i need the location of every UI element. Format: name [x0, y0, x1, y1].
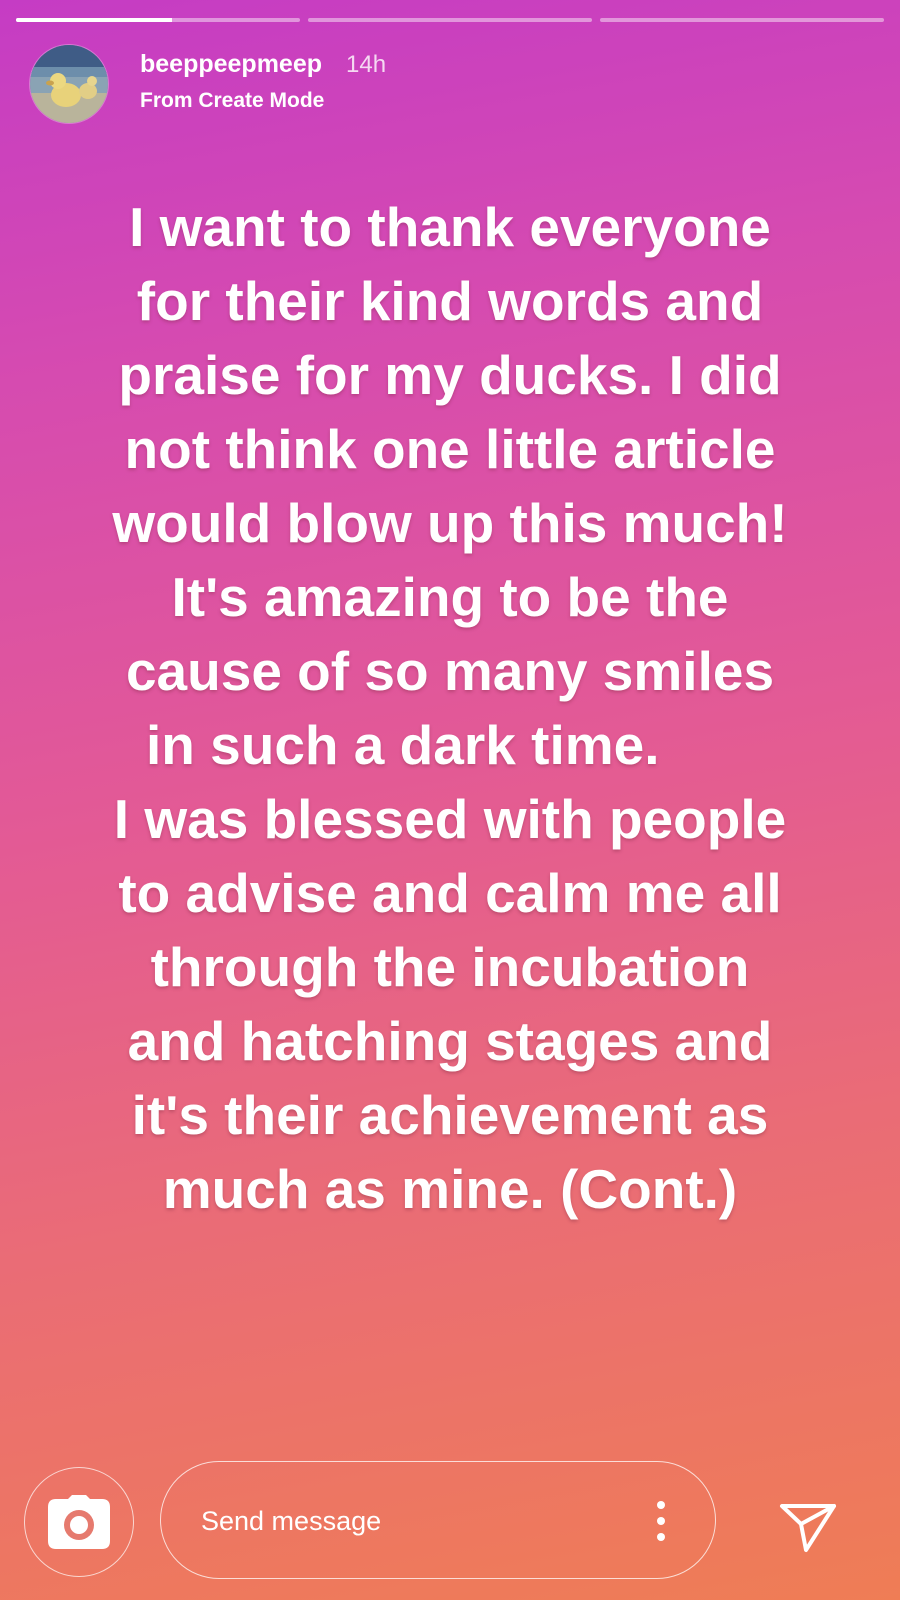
story-text-line: would blow up this much! [112, 492, 788, 554]
progress-segment [308, 18, 592, 22]
username[interactable]: beeppeepmeep [140, 50, 322, 79]
story-source: From Create Mode [140, 88, 325, 112]
story-text-line: to advise and calm me all [118, 862, 782, 924]
story-text-line: not think one little article [124, 418, 776, 480]
camera-button[interactable] [24, 1467, 134, 1577]
send-message-input[interactable] [199, 1462, 623, 1580]
avatar[interactable] [30, 45, 108, 123]
progress-fill [16, 18, 173, 22]
camera-icon [48, 1495, 110, 1549]
story-text-line: cause of so many smiles [125, 640, 775, 702]
story-meta-top: beeppeepmeep 14h [140, 50, 386, 79]
story-text-line: It's amazing to be the [171, 566, 729, 628]
story-text-line: much as mine. (Cont.) [162, 1158, 738, 1220]
message-box[interactable] [160, 1461, 716, 1580]
story-text-line: it's their achievement as [131, 1084, 769, 1146]
story-viewer[interactable]: beeppeepmeep 14h From Create Mode I want… [0, 0, 900, 1600]
story-meta: beeppeepmeep 14h From Create Mode [140, 50, 386, 113]
progress-segment [16, 18, 300, 22]
story-text-line: for their kind words and [136, 270, 764, 332]
post-time: 14h [346, 50, 387, 78]
send-icon[interactable] [776, 1494, 840, 1558]
story-text-line: praise for my ducks. I did [118, 344, 782, 406]
story-text-line: I was blessed with people [113, 788, 787, 850]
story-text-line: I want to thank everyone [129, 196, 771, 258]
story-progress [16, 18, 884, 22]
story-text-line: and hatching stages and [127, 1010, 773, 1072]
avatar-duck-icon [30, 45, 108, 123]
story-text-line: in such a dark time. [146, 714, 660, 776]
more-vertical-icon[interactable] [655, 1500, 667, 1542]
story-text-line: through the incubation [150, 936, 750, 998]
story-text: I want to thank everyone for their kind … [20, 190, 880, 1226]
story-header: beeppeepmeep 14h From Create Mode [30, 44, 386, 124]
progress-segment [600, 18, 884, 22]
